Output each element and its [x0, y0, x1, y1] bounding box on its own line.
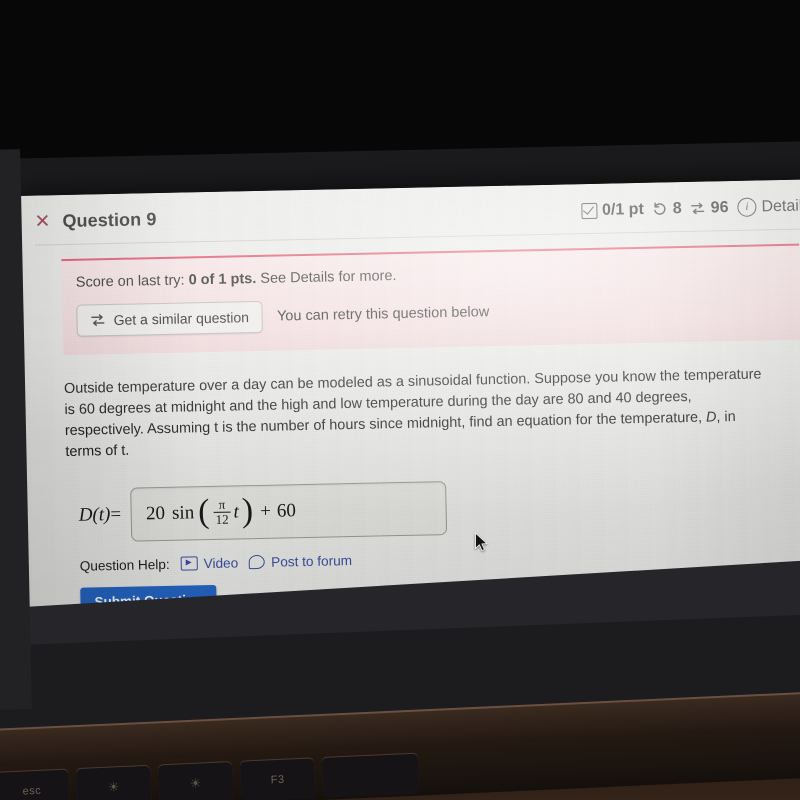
score-banner: Score on last try: 0 of 1 pts. See Detai…	[61, 243, 800, 356]
video-help-link[interactable]: Video	[180, 554, 239, 571]
checkbox-check-icon	[580, 202, 598, 219]
photo-scene: ✕ Question 9 0/1 pt 8 96 i Details Score…	[0, 0, 800, 800]
key-brightness-down[interactable]: ☀	[75, 765, 152, 800]
answer-row: D(t)= 20 sin ( π 12 t ) + 60	[78, 473, 800, 542]
question-help-label: Question Help:	[79, 556, 170, 574]
math-offset: 60	[276, 499, 297, 522]
math-amplitude: 20	[145, 502, 166, 524]
details-link[interactable]: i Details	[737, 196, 800, 217]
attempts-value: 8	[672, 199, 682, 217]
swap-arrows-icon	[691, 202, 705, 214]
info-circle-icon: i	[737, 197, 757, 217]
answer-function-label: D(t)=	[78, 503, 121, 526]
video-help-label: Video	[203, 554, 239, 571]
score-value: 0 of 1 pts.	[188, 270, 257, 289]
prompt-variable-d: D	[705, 409, 717, 426]
key-f4[interactable]	[321, 753, 420, 798]
question-title-group: ✕ Question 9	[34, 209, 156, 233]
speech-bubble-icon	[249, 554, 266, 570]
key-esc[interactable]: esc	[0, 769, 70, 800]
math-function: sin	[171, 501, 195, 524]
swap-arrows-icon	[91, 314, 105, 326]
points-badge: 0/1 pt	[580, 200, 644, 219]
answer-input[interactable]: 20 sin ( π 12 t ) + 60	[130, 480, 448, 542]
get-similar-question-label: Get a similar question	[113, 309, 250, 328]
score-prefix: Score on last try:	[75, 272, 189, 291]
prompt-line-3b: , in	[716, 408, 736, 426]
retry-note: You can retry this question below	[276, 304, 490, 325]
post-to-forum-label: Post to forum	[271, 552, 353, 570]
score-text: Score on last try: 0 of 1 pts. See Detai…	[76, 260, 784, 291]
key-brightness-up[interactable]: ☀	[157, 762, 234, 800]
math-numerator: π	[218, 497, 226, 513]
answer-math-expression: 20 sin ( π 12 t ) + 60	[145, 492, 297, 530]
get-similar-question-button[interactable]: Get a similar question	[76, 300, 264, 337]
versions-badge: 96	[691, 199, 729, 218]
video-play-icon	[180, 556, 198, 571]
points-value: 0/1 pt	[601, 200, 644, 219]
math-operator: +	[259, 500, 272, 522]
details-label: Details	[761, 196, 800, 215]
post-to-forum-link[interactable]: Post to forum	[249, 553, 352, 570]
math-variable: t	[233, 500, 240, 523]
mouse-pointer	[475, 532, 488, 552]
versions-value: 96	[710, 198, 729, 216]
key-f3[interactable]: F3	[239, 758, 316, 800]
retry-row: Get a similar question You can retry thi…	[76, 290, 785, 337]
page-title: Question 9	[62, 209, 157, 232]
question-prompt: Outside temperature over a day can be mo…	[64, 364, 800, 463]
score-suffix: See Details for more.	[256, 268, 397, 287]
answer-equals: =	[110, 503, 122, 525]
answer-function-name: D(t)	[78, 503, 111, 526]
math-denominator: 12	[213, 511, 231, 527]
close-x-icon[interactable]: ✕	[34, 211, 50, 232]
attempts-badge: 8	[653, 200, 682, 219]
math-fraction: π 12	[213, 497, 231, 527]
undo-arrow-icon	[654, 202, 666, 215]
question-meta: 0/1 pt 8 96 i Details	[580, 196, 800, 220]
